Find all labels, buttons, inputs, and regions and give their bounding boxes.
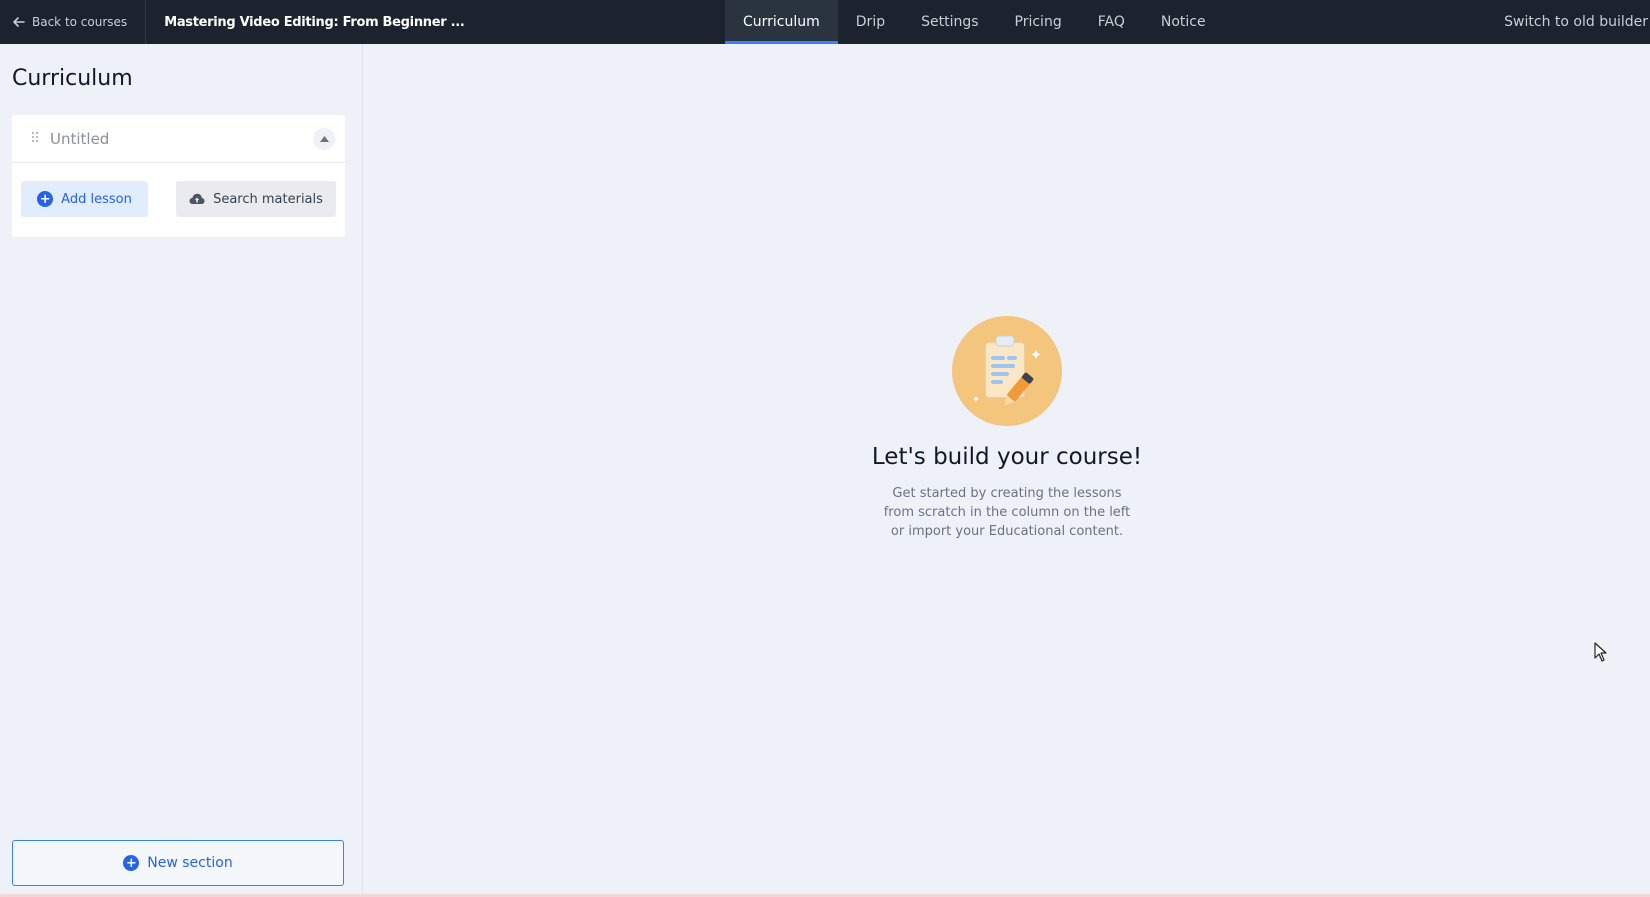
section-header: ⠿ Untitled [12,115,345,163]
arrow-left-icon [13,17,25,27]
cloud-upload-icon [189,193,205,204]
section-name[interactable]: Untitled [50,130,313,148]
search-materials-button[interactable]: Search materials [176,181,336,217]
tab-notice[interactable]: Notice [1143,0,1224,44]
empty-state: Let's build your course! Get started by … [364,316,1650,541]
top-navigation-bar: Back to courses Mastering Video Editing:… [0,0,1650,44]
switch-to-old-builder-link[interactable]: Switch to old builder [1504,0,1650,44]
tab-settings[interactable]: Settings [903,0,996,44]
new-section-label: New section [147,855,233,871]
collapse-section-button[interactable] [313,127,335,150]
add-lesson-button[interactable]: + Add lesson [21,181,148,217]
plus-circle-icon: + [37,191,54,207]
main-content: Let's build your course! Get started by … [364,44,1650,897]
plus-circle-icon: + [123,855,140,871]
curriculum-sidebar: Curriculum ⠿ Untitled + Add lesson Searc… [0,44,363,897]
back-to-courses-link[interactable]: Back to courses [0,0,147,44]
clipboard-pencil-illustration [952,316,1062,426]
back-to-courses-label: Back to courses [32,15,128,29]
chevron-up-icon [319,135,329,142]
section-card: ⠿ Untitled + Add lesson Search materials [12,115,345,237]
empty-state-title: Let's build your course! [871,444,1143,470]
section-actions: + Add lesson Search materials [12,163,345,217]
sidebar-title: Curriculum [12,66,133,91]
search-materials-label: Search materials [213,191,323,207]
add-lesson-label: Add lesson [61,191,132,207]
course-title: Mastering Video Editing: From Beginner .… [164,14,465,30]
new-section-button[interactable]: + New section [12,840,344,886]
tab-drip[interactable]: Drip [838,0,903,44]
builder-tabs: Curriculum Drip Settings Pricing FAQ Not… [725,0,1224,44]
mouse-cursor-icon [1594,642,1607,662]
tab-faq[interactable]: FAQ [1080,0,1143,44]
tab-curriculum[interactable]: Curriculum [725,0,838,44]
drag-handle-icon[interactable]: ⠿ [30,131,50,147]
tab-pricing[interactable]: Pricing [997,0,1080,44]
empty-state-description: Get started by creating the lessons from… [883,486,1131,539]
